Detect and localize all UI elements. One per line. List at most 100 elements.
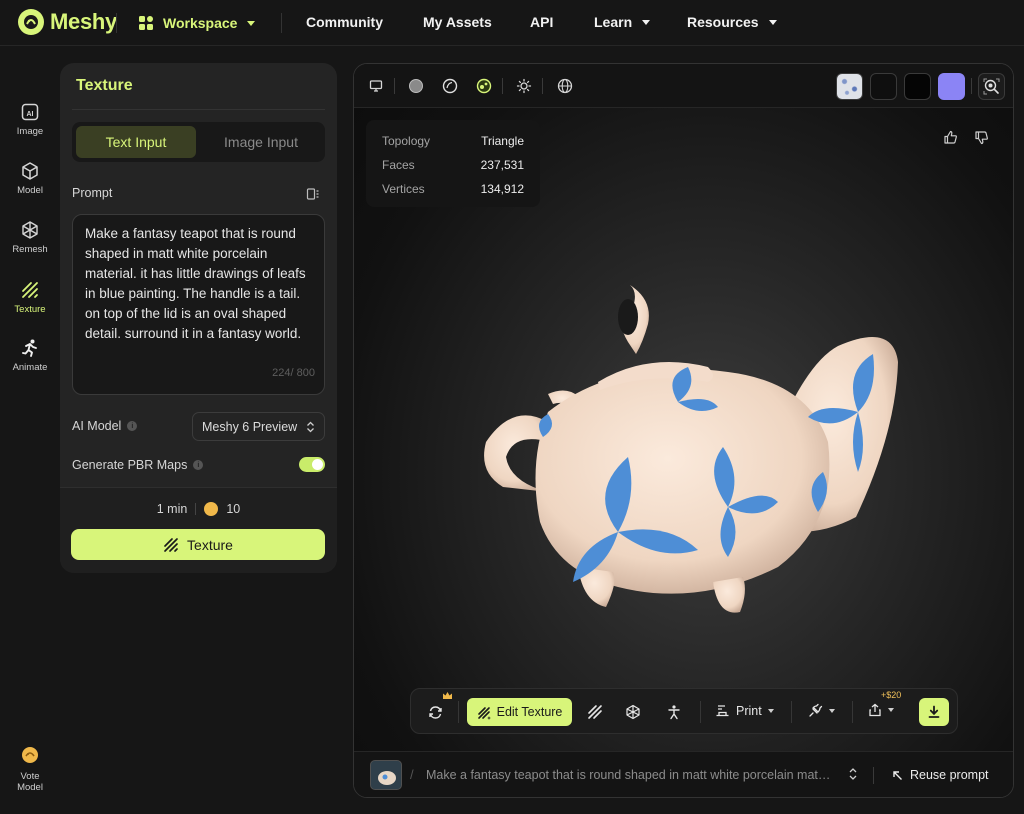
download-icon — [928, 705, 940, 718]
remesh-icon — [22, 221, 38, 239]
refresh-icon[interactable] — [425, 702, 445, 722]
workspace-icon — [139, 16, 153, 30]
remesh-icon[interactable] — [623, 702, 643, 722]
generation-cost: 1 min 10 — [60, 502, 337, 516]
download-button[interactable] — [919, 698, 949, 726]
thumbs-down-icon[interactable] — [974, 130, 989, 145]
divider — [791, 701, 792, 723]
stat-key: Vertices — [382, 182, 425, 196]
ai-model-value: Meshy 6 Preview — [202, 419, 298, 434]
ai-model-select[interactable]: Meshy 6 Preview — [192, 412, 325, 441]
divider — [195, 503, 197, 515]
arrow-up-left-icon — [893, 770, 902, 780]
chevron-down-icon — [888, 708, 894, 712]
rail-item-vote-model[interactable]: Vote Model — [0, 745, 60, 793]
nav-resources[interactable]: Resources — [687, 14, 777, 30]
sun-icon[interactable] — [515, 77, 533, 95]
divider — [502, 78, 503, 94]
chevron-down-icon — [767, 708, 774, 713]
info-icon[interactable]: i — [193, 460, 204, 470]
rail-item-remesh[interactable]: Remesh — [0, 220, 60, 255]
texture-icon — [22, 282, 38, 298]
stat-value: Triangle — [481, 134, 524, 148]
chevron-down-icon — [642, 19, 651, 25]
nav-divider — [116, 13, 117, 33]
texture-button[interactable]: Texture — [71, 529, 325, 560]
rig-icon[interactable] — [664, 702, 684, 722]
divider — [873, 767, 874, 784]
stat-row: Vertices 134,912 — [382, 177, 524, 201]
prompt-preview[interactable]: Make a fantasy teapot that is round shap… — [426, 768, 834, 782]
meshy-logo[interactable]: Meshy — [18, 9, 117, 35]
prompt-helper-icon[interactable] — [306, 187, 320, 201]
divider — [394, 78, 395, 94]
prompt-text: Make a fantasy teapot that is round shap… — [85, 226, 306, 341]
nav-divider — [281, 13, 282, 33]
swatch-black[interactable] — [904, 73, 931, 100]
input-mode-switch: Text Input Image Input — [72, 122, 325, 162]
monitor-icon[interactable] — [367, 77, 385, 95]
texture-icon — [164, 537, 178, 552]
nav-learn[interactable]: Learn — [594, 14, 651, 30]
viewport-toolbar — [354, 64, 1013, 108]
tab-text-input[interactable]: Text Input — [76, 126, 196, 158]
plug-icon — [809, 703, 823, 717]
divider — [852, 701, 853, 723]
rail-item-texture[interactable]: Texture — [0, 280, 60, 315]
chevron-down-icon — [829, 708, 835, 713]
edit-texture-label: Edit Texture — [496, 705, 563, 719]
prompt-input[interactable]: Make a fantasy teapot that is round shap… — [72, 214, 325, 395]
pbr-toggle[interactable] — [299, 457, 325, 472]
share-menu[interactable] — [868, 703, 894, 717]
reuse-prompt-button[interactable]: Reuse prompt — [892, 768, 989, 782]
rail-label: Animate — [12, 362, 48, 373]
ai-model-label-text: AI Model — [72, 419, 122, 433]
nav-community[interactable]: Community — [306, 14, 383, 30]
thumbs-up-icon[interactable] — [943, 130, 958, 145]
nav-workspace[interactable]: Workspace — [137, 14, 256, 32]
rail-item-image[interactable]: AI Image — [0, 102, 60, 137]
swatch-pattern[interactable] — [836, 73, 863, 100]
tab-image-input[interactable]: Image Input — [201, 126, 321, 158]
edit-texture-button[interactable]: Edit Texture — [467, 698, 572, 726]
teapot-3d-model[interactable] — [478, 282, 898, 622]
ai-image-icon: AI — [21, 103, 39, 121]
solid-shading-icon[interactable] — [407, 77, 425, 95]
rail-item-model[interactable]: Model — [0, 161, 60, 196]
rail-item-animate[interactable]: Animate — [0, 338, 60, 373]
clay-shading-icon[interactable] — [441, 77, 459, 95]
texture-shading-icon[interactable] — [475, 77, 493, 95]
texture-icon[interactable] — [585, 702, 605, 722]
character-count: 224/ 800 — [272, 367, 315, 379]
share-icon — [869, 703, 881, 717]
model-viewport[interactable]: Topology Triangle Faces 237,531 Vertices… — [353, 63, 1014, 798]
swatch-dark[interactable] — [870, 73, 897, 100]
cube-icon — [22, 162, 38, 180]
prompt-history-bar: / Make a fantasy teapot that is round sh… — [354, 751, 1013, 797]
panel-title: Texture — [76, 77, 133, 94]
globe-icon[interactable] — [556, 77, 574, 95]
pbr-label: Generate PBR Maps i — [72, 458, 204, 472]
feedback-buttons — [943, 130, 989, 145]
print-menu[interactable]: Print — [715, 703, 774, 718]
model-thumbnail[interactable] — [370, 760, 402, 790]
expand-arrows-icon[interactable] — [848, 767, 858, 781]
zoom-inspect-button[interactable] — [978, 73, 1005, 100]
top-nav: Meshy Workspace Community My Assets API … — [0, 0, 1024, 46]
stat-value: 134,912 — [480, 182, 524, 196]
divider — [971, 78, 972, 94]
print-label: Print — [736, 703, 762, 718]
nav-my-assets[interactable]: My Assets — [423, 14, 492, 30]
plugin-menu[interactable] — [808, 703, 835, 718]
stat-row: Faces 237,531 — [382, 153, 524, 177]
panel-footer: 1 min 10 Texture — [60, 487, 337, 573]
texture-button-label: Texture — [187, 536, 233, 553]
nav-api[interactable]: API — [530, 14, 553, 30]
info-icon[interactable]: i — [127, 421, 138, 431]
divider — [542, 78, 543, 94]
nav-workspace-label: Workspace — [163, 15, 238, 31]
sort-arrows-icon — [307, 421, 314, 432]
left-rail: AI Image Model Remesh Texture Animate Vo… — [0, 46, 60, 814]
reuse-prompt-label: Reuse prompt — [910, 768, 989, 782]
swatch-purple[interactable] — [938, 73, 965, 100]
